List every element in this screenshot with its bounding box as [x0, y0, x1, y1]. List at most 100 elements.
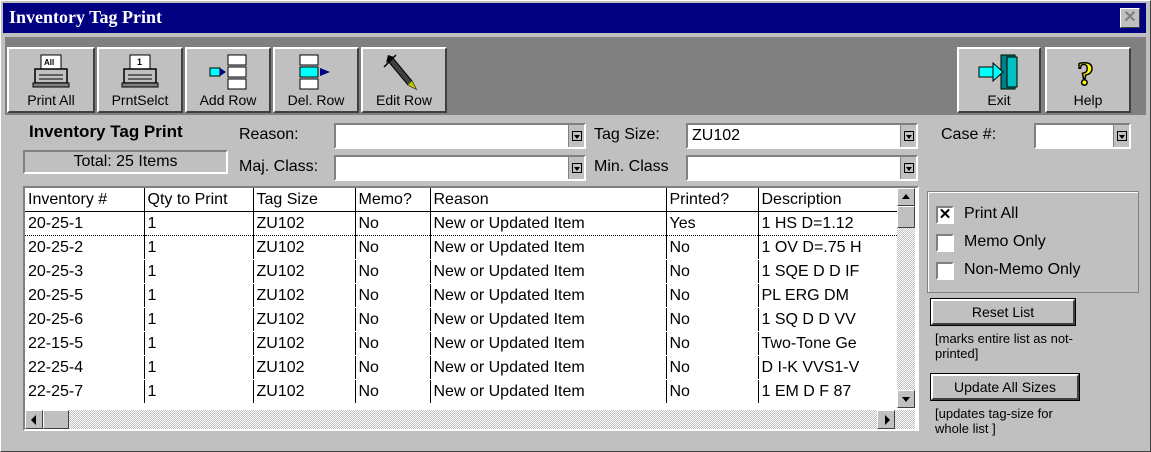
table-cell[interactable]: Yes: [666, 211, 759, 236]
table-cell[interactable]: 1 SQ D D VV: [758, 307, 898, 332]
table-cell[interactable]: 1: [144, 379, 254, 404]
table-cell[interactable]: New or Updated Item: [430, 379, 667, 404]
column-header[interactable]: Description: [758, 188, 898, 212]
table-row[interactable]: 20-25-1 1 ZU102 No New or Updated Item Yes 1 H…: [25, 211, 898, 236]
chevron-down-icon[interactable]: [900, 125, 916, 147]
table-cell[interactable]: No: [666, 283, 759, 308]
table-cell[interactable]: No: [355, 307, 431, 332]
table-cell[interactable]: 20-25-5: [25, 283, 145, 308]
table-cell[interactable]: 1: [144, 355, 254, 380]
edit-row-button[interactable]: Edit Row: [361, 47, 447, 113]
delete-row-button[interactable]: Del. Row: [273, 47, 359, 113]
scroll-left-button[interactable]: [25, 410, 43, 429]
table-cell[interactable]: New or Updated Item: [430, 307, 667, 332]
vertical-scrollbar[interactable]: [897, 188, 915, 408]
column-header[interactable]: Reason: [430, 188, 667, 212]
chevron-down-icon[interactable]: [568, 157, 584, 179]
table-cell[interactable]: 1: [144, 259, 254, 284]
table-row[interactable]: 20-25-3 1 ZU102 No New or Updated Item No 1 SQ…: [25, 259, 898, 284]
scroll-up-button[interactable]: [897, 188, 915, 206]
table-cell[interactable]: ZU102: [253, 379, 356, 404]
table-cell[interactable]: No: [666, 379, 759, 404]
table-cell[interactable]: New or Updated Item: [430, 283, 667, 308]
horizontal-scrollbar[interactable]: [25, 410, 915, 429]
table-cell[interactable]: No: [355, 331, 431, 356]
table-cell[interactable]: 20-25-1: [25, 211, 145, 236]
column-header[interactable]: Inventory #: [25, 188, 145, 212]
table-cell[interactable]: No: [355, 355, 431, 380]
case-select[interactable]: [1034, 123, 1131, 149]
reset-list-button[interactable]: Reset List: [931, 299, 1075, 325]
vertical-scroll-thumb[interactable]: [897, 206, 915, 228]
column-header[interactable]: Memo?: [355, 188, 431, 212]
scroll-right-button[interactable]: [877, 410, 895, 429]
update-all-sizes-button[interactable]: Update All Sizes: [931, 374, 1079, 400]
non-memo-only-checkbox[interactable]: [936, 262, 954, 280]
table-row[interactable]: 22-25-4 1 ZU102 No New or Updated Item No D I-…: [25, 355, 898, 380]
reason-select[interactable]: [334, 123, 586, 149]
horizontal-scroll-thumb[interactable]: [43, 410, 69, 429]
table-cell[interactable]: New or Updated Item: [430, 259, 667, 284]
scroll-down-button[interactable]: [897, 390, 915, 408]
maj-class-select[interactable]: [334, 155, 586, 181]
table-cell[interactable]: 20-25-6: [25, 307, 145, 332]
table-cell[interactable]: New or Updated Item: [430, 211, 667, 236]
table-cell[interactable]: 1: [144, 331, 254, 356]
table-cell[interactable]: 1 OV D=.75 H: [758, 235, 898, 260]
tag-size-select[interactable]: ZU102: [686, 123, 918, 149]
table-cell[interactable]: 1 SQE D D IF: [758, 259, 898, 284]
table-cell[interactable]: 1 HS D=1.12: [758, 211, 898, 236]
table-cell[interactable]: No: [355, 283, 431, 308]
table-cell[interactable]: No: [355, 259, 431, 284]
table-row[interactable]: 22-15-5 1 ZU102 No New or Updated Item No Two-…: [25, 331, 898, 356]
table-cell[interactable]: 1: [144, 235, 254, 260]
table-cell[interactable]: 20-25-3: [25, 259, 145, 284]
print-all-button[interactable]: All Print All: [7, 47, 95, 113]
table-cell[interactable]: No: [355, 379, 431, 404]
column-header[interactable]: Qty to Print: [144, 188, 254, 212]
table-cell[interactable]: 20-25-2: [25, 235, 145, 260]
table-cell[interactable]: 1 EM D F 87: [758, 379, 898, 404]
table-cell[interactable]: 22-15-5: [25, 331, 145, 356]
add-row-button[interactable]: Add Row: [185, 47, 271, 113]
table-cell[interactable]: 22-25-4: [25, 355, 145, 380]
table-cell[interactable]: ZU102: [253, 283, 356, 308]
table-row[interactable]: 20-25-2 1 ZU102 No New or Updated Item No 1 OV…: [25, 235, 898, 260]
print-all-checkbox[interactable]: ✕: [936, 206, 954, 224]
table-cell[interactable]: No: [355, 235, 431, 260]
min-class-select[interactable]: [686, 155, 918, 181]
help-button[interactable]: ? Help: [1045, 47, 1131, 113]
inventory-grid[interactable]: Inventory # Qty to Print Tag Size Memo? …: [23, 186, 919, 431]
table-cell[interactable]: ZU102: [253, 235, 356, 260]
memo-only-checkbox[interactable]: [936, 234, 954, 252]
table-row[interactable]: 20-25-6 1 ZU102 No New or Updated Item No 1 SQ…: [25, 307, 898, 332]
table-cell[interactable]: Two-Tone Ge: [758, 331, 898, 356]
table-cell[interactable]: ZU102: [253, 331, 356, 356]
table-cell[interactable]: 1: [144, 307, 254, 332]
table-cell[interactable]: New or Updated Item: [430, 235, 667, 260]
table-cell[interactable]: ZU102: [253, 307, 356, 332]
table-cell[interactable]: 1: [144, 211, 254, 236]
chevron-down-icon[interactable]: [1113, 125, 1129, 147]
table-cell[interactable]: New or Updated Item: [430, 331, 667, 356]
table-cell[interactable]: ZU102: [253, 259, 356, 284]
column-header[interactable]: Printed?: [666, 188, 759, 212]
table-cell[interactable]: No: [666, 235, 759, 260]
table-cell[interactable]: PL ERG DM: [758, 283, 898, 308]
table-cell[interactable]: No: [666, 355, 759, 380]
print-select-button[interactable]: 1 PrntSelct: [97, 47, 183, 113]
chevron-down-icon[interactable]: [568, 125, 584, 147]
table-cell[interactable]: D I-K VVS1-V: [758, 355, 898, 380]
table-cell[interactable]: No: [355, 211, 431, 236]
table-cell[interactable]: No: [666, 259, 759, 284]
table-cell[interactable]: ZU102: [253, 355, 356, 380]
table-cell[interactable]: 1: [144, 283, 254, 308]
table-cell[interactable]: ZU102: [253, 211, 356, 236]
exit-button[interactable]: Exit: [957, 47, 1041, 113]
table-row[interactable]: 22-25-7 1 ZU102 No New or Updated Item No 1 EM…: [25, 379, 898, 404]
table-cell[interactable]: 22-25-7: [25, 379, 145, 404]
table-cell[interactable]: New or Updated Item: [430, 355, 667, 380]
chevron-down-icon[interactable]: [900, 157, 916, 179]
table-row[interactable]: 20-25-5 1 ZU102 No New or Updated Item No PL E…: [25, 283, 898, 308]
column-header[interactable]: Tag Size: [253, 188, 356, 212]
